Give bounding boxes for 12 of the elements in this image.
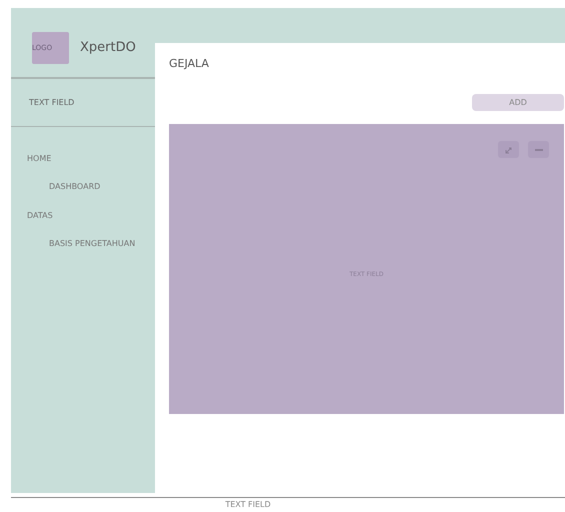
remove-button[interactable]: [528, 141, 549, 158]
add-button[interactable]: ADD: [472, 94, 564, 111]
sidebar-text: TEXT FIELD: [11, 79, 155, 127]
page-title: GEJALA: [169, 57, 210, 72]
nav-item[interactable]: HOME: [11, 143, 155, 173]
minus-icon: [534, 148, 542, 150]
nav-item[interactable]: BASIS PENGETAHUAN: [11, 230, 155, 257]
nav-item[interactable]: DASHBOARD: [11, 173, 155, 200]
brand-name: XpertDO: [80, 40, 136, 55]
footer-text: TEXT FIELD: [225, 500, 271, 509]
edit-button[interactable]: [498, 141, 519, 158]
nav-item[interactable]: DATAS: [11, 200, 155, 230]
